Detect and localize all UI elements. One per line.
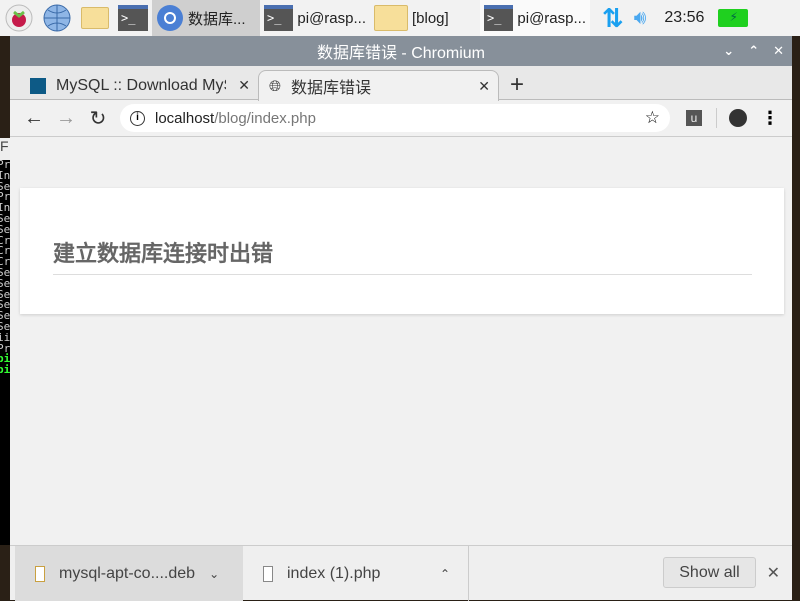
download-filename: index (1).php	[287, 564, 381, 582]
file-manager-launcher-icon[interactable]	[80, 3, 110, 33]
close-shelf-button[interactable]: ✕	[767, 563, 780, 583]
tab-close-button[interactable]: ✕	[238, 77, 250, 94]
error-heading: 建立数据库连接时出错	[53, 236, 752, 275]
background-terminal: Pr In Se Pr In Se Se Cr Cr Cr Se Se Se Se Se Se ii Pr pi pi	[0, 160, 10, 545]
browser-launcher-icon[interactable]	[42, 3, 72, 33]
task-label: pi@rasp...	[517, 9, 586, 27]
menu-kebab-icon[interactable]: ⋮	[761, 108, 779, 129]
info-icon: i	[130, 110, 145, 126]
volume-icon[interactable]: 🔊︎	[634, 7, 647, 30]
taskbar: >_ 数据库... >_ pi@rasp... [blog] >_ pi@rasp.…	[0, 0, 800, 36]
folder-icon	[374, 5, 408, 31]
php-file-icon	[263, 565, 273, 582]
tab-strip: MySQL :: Download MyS ✕ 🌐︎ 数据库错误 ✕ +	[10, 66, 792, 101]
url-host: localhost	[155, 109, 215, 127]
task-label: pi@rasp...	[297, 9, 366, 27]
terminal-launcher-icon[interactable]: >_	[118, 3, 148, 33]
background-window-label: F	[0, 138, 10, 160]
chevron-up-icon[interactable]: ⌃	[440, 567, 450, 581]
taskbar-task-terminal-2[interactable]: >_ pi@rasp...	[480, 0, 590, 36]
taskbar-task-folder[interactable]: [blog]	[370, 0, 480, 36]
browser-toolbar: ← → ↻ i localhost/blog/index.php ☆ u ⋮	[10, 100, 792, 137]
globe-icon: 🌐︎	[269, 77, 282, 95]
tab-database-error[interactable]: 🌐︎ 数据库错误 ✕	[258, 70, 499, 101]
download-shelf: mysql-apt-co....deb ⌄ index (1).php ⌃ Sh…	[10, 545, 792, 601]
battery-icon: ⚡	[718, 9, 749, 27]
minimize-button[interactable]: ⌄	[723, 43, 734, 59]
clock[interactable]: 23:56	[664, 9, 704, 27]
extension-button[interactable]: u	[686, 110, 702, 126]
forward-button[interactable]: →	[50, 107, 82, 130]
chromium-icon	[157, 5, 183, 31]
back-button[interactable]: ←	[18, 107, 50, 130]
download-item-deb[interactable]: mysql-apt-co....deb ⌄	[15, 546, 243, 601]
toolbar-divider	[716, 108, 717, 128]
network-icon[interactable]: ⇅	[602, 3, 624, 34]
terminal-icon: >_	[484, 5, 514, 31]
taskbar-task-chromium[interactable]: 数据库...	[152, 0, 260, 36]
bookmark-star-icon[interactable]: ☆	[645, 108, 660, 128]
chromium-window: 数据库错误 - Chromium ⌄ ⌃ ✕ MySQL :: Download M…	[10, 36, 792, 601]
task-label: 数据库...	[188, 10, 246, 28]
raspberry-menu-icon[interactable]	[4, 3, 34, 33]
url-path: /blog/index.php	[214, 109, 316, 127]
download-filename: mysql-apt-co....deb	[59, 564, 196, 582]
tab-title: MySQL :: Download MyS	[56, 76, 226, 94]
maximize-button[interactable]: ⌃	[748, 43, 759, 59]
tab-title: 数据库错误	[291, 80, 372, 97]
tab-close-button[interactable]: ✕	[478, 78, 490, 95]
mysql-favicon-icon	[30, 77, 46, 94]
chevron-down-icon[interactable]: ⌄	[209, 567, 219, 581]
terminal-line: pi	[0, 363, 10, 377]
window-title: 数据库错误 - Chromium	[316, 45, 485, 62]
close-window-button[interactable]: ✕	[773, 43, 784, 59]
show-all-button[interactable]: Show all	[663, 557, 756, 588]
taskbar-task-terminal[interactable]: >_ pi@rasp...	[260, 0, 370, 36]
reload-button[interactable]: ↻	[82, 106, 114, 131]
profile-icon[interactable]	[729, 109, 747, 127]
tab-mysql-download[interactable]: MySQL :: Download MyS ✕	[20, 70, 258, 101]
new-tab-button[interactable]: +	[510, 71, 524, 99]
archive-file-icon	[35, 565, 45, 582]
window-titlebar[interactable]: 数据库错误 - Chromium ⌄ ⌃ ✕	[10, 36, 792, 66]
task-label: [blog]	[412, 9, 449, 27]
download-item-php[interactable]: index (1).php ⌃	[243, 546, 469, 601]
error-card: 建立数据库连接时出错	[20, 188, 784, 314]
page-content: 建立数据库连接时出错	[10, 138, 792, 545]
terminal-icon: >_	[264, 5, 294, 31]
address-bar[interactable]: i localhost/blog/index.php ☆	[120, 104, 670, 132]
